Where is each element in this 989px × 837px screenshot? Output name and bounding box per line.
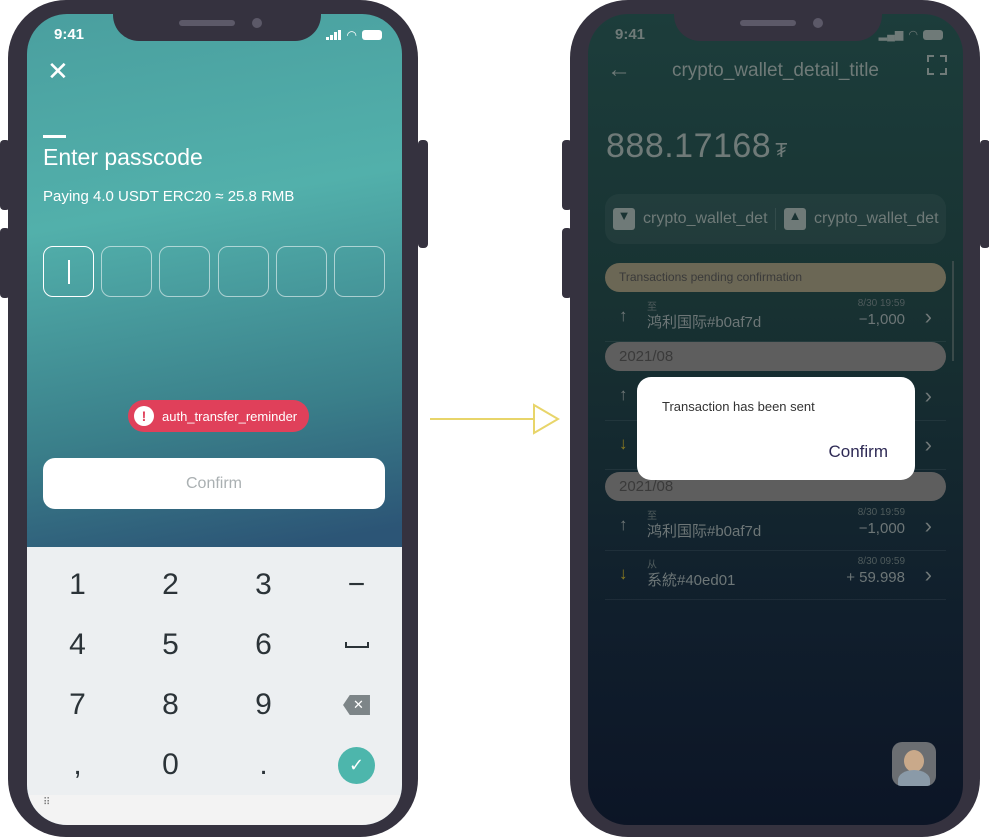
signal-icon: ▂▄▆: [878, 29, 904, 41]
payment-summary: Paying 4.0 USDT ERC20 ≈ 25.8 RMB: [43, 188, 295, 205]
notch: [113, 14, 321, 41]
key-4[interactable]: 4: [31, 615, 124, 675]
page-title: crypto_wallet_detail_title: [671, 60, 879, 81]
send-action[interactable]: ▲ crypto_wallet_det: [776, 208, 946, 230]
key-1[interactable]: 1: [31, 555, 124, 615]
sent-dialog: Transaction has been sent Confirm: [637, 377, 915, 480]
action-label: crypto_wallet_det: [814, 210, 939, 227]
arrow-down-icon: ↓: [619, 434, 628, 453]
key-0[interactable]: 0: [124, 735, 217, 795]
status-icons: ◠: [325, 28, 382, 42]
key-comma[interactable]: ,: [31, 735, 124, 795]
keyboard-grid-icon: ⠿: [43, 797, 51, 808]
pending-header: Transactions pending confirmation: [605, 263, 946, 292]
flow-arrow-icon: [430, 403, 560, 435]
key-2[interactable]: 2: [124, 555, 217, 615]
chevron-right-icon: ›: [924, 432, 932, 457]
send-icon: ▲: [784, 208, 806, 230]
chevron-right-icon: ›: [924, 562, 932, 587]
key-5[interactable]: 5: [124, 615, 217, 675]
action-bar: ▼ crypto_wallet_det ▲ crypto_wallet_det: [605, 194, 946, 244]
status-time: 9:41: [615, 26, 646, 43]
reminder-text: auth_transfer_reminder: [162, 408, 298, 424]
phone-passcode: 9:41 ◠ ✕ Enter passcode Paying 4.0 USDT …: [8, 0, 418, 837]
close-icon[interactable]: ✕: [47, 56, 69, 87]
arrow-up-icon: ↑: [619, 306, 628, 325]
dialog-confirm-button[interactable]: Confirm: [828, 442, 888, 462]
key-done[interactable]: ✓: [310, 735, 402, 795]
action-label: crypto_wallet_det: [643, 210, 768, 227]
alert-icon: !: [134, 406, 154, 426]
status-icons: ▂▄▆ ◠: [879, 28, 943, 41]
transaction-row[interactable]: ↑ 至鸿利国际#b0af7d 8/30 19:59 −1,000 ›: [605, 294, 946, 342]
transaction-row[interactable]: ↓ 从系統#40ed01 8/30 09:59 + 59.998 ›: [605, 552, 946, 600]
chevron-right-icon: ›: [924, 304, 932, 329]
key-space[interactable]: [310, 615, 402, 675]
wifi-icon: ◠: [908, 29, 918, 41]
numeric-keypad: 1 2 3− 4 5 6 7 8 9 ✕, 0. ✓: [27, 547, 402, 795]
title-accent: [43, 135, 66, 138]
passcode-digit-5[interactable]: [276, 246, 327, 297]
passcode-digit-4[interactable]: [218, 246, 269, 297]
battery-icon: [362, 30, 382, 40]
notch: [674, 14, 882, 41]
scrollbar[interactable]: [952, 261, 954, 361]
key-9[interactable]: 9: [217, 675, 310, 735]
passcode-digit-1[interactable]: [43, 246, 94, 297]
wifi-icon: ◠: [346, 28, 357, 42]
keyboard-bar: ⠿: [27, 795, 402, 825]
wallet-balance: 888.17168 ₮: [606, 127, 788, 165]
check-icon: ✓: [338, 746, 375, 784]
chevron-right-icon: ›: [924, 513, 932, 538]
passcode-digit-2[interactable]: [101, 246, 152, 297]
key-dot[interactable]: .: [217, 735, 310, 795]
arrow-down-icon: ↓: [619, 564, 628, 583]
receive-icon: ▼: [613, 208, 635, 230]
key-7[interactable]: 7: [31, 675, 124, 735]
space-icon: [344, 642, 369, 648]
support-avatar[interactable]: [892, 742, 936, 786]
passcode-digit-3[interactable]: [159, 246, 210, 297]
key-8[interactable]: 8: [124, 675, 217, 735]
signal-icon: [325, 30, 341, 40]
key-6[interactable]: 6: [217, 615, 310, 675]
transaction-row[interactable]: ↑ 至鸿利国际#b0af7d 8/30 19:59 −1,000 ›: [605, 503, 946, 551]
page-title: Enter passcode: [43, 144, 203, 170]
passcode-digit-6[interactable]: [334, 246, 385, 297]
confirm-button[interactable]: Confirm: [43, 458, 385, 509]
reminder-badge: ! auth_transfer_reminder: [128, 400, 310, 432]
status-time: 9:41: [54, 26, 85, 43]
currency-symbol: ₮: [775, 140, 788, 162]
chevron-right-icon: ›: [924, 383, 932, 408]
arrow-up-icon: ↑: [619, 515, 628, 534]
power-button: [980, 140, 989, 248]
battery-icon: [923, 29, 943, 40]
key-3[interactable]: 3: [217, 555, 310, 615]
key-backspace[interactable]: ✕: [310, 675, 402, 735]
power-button: [418, 140, 428, 248]
backspace-icon: ✕: [343, 695, 370, 715]
arrow-up-icon: ↑: [619, 385, 628, 404]
month-header: 2021/08: [605, 342, 946, 371]
receive-action[interactable]: ▼ crypto_wallet_det: [605, 208, 776, 230]
dialog-message: Transaction has been sent: [662, 399, 815, 414]
phone-wallet-detail: 9:41 ▂▄▆ ◠ ← crypto_wallet_detail_title 8…: [570, 0, 980, 837]
key-minus[interactable]: −: [310, 555, 402, 615]
